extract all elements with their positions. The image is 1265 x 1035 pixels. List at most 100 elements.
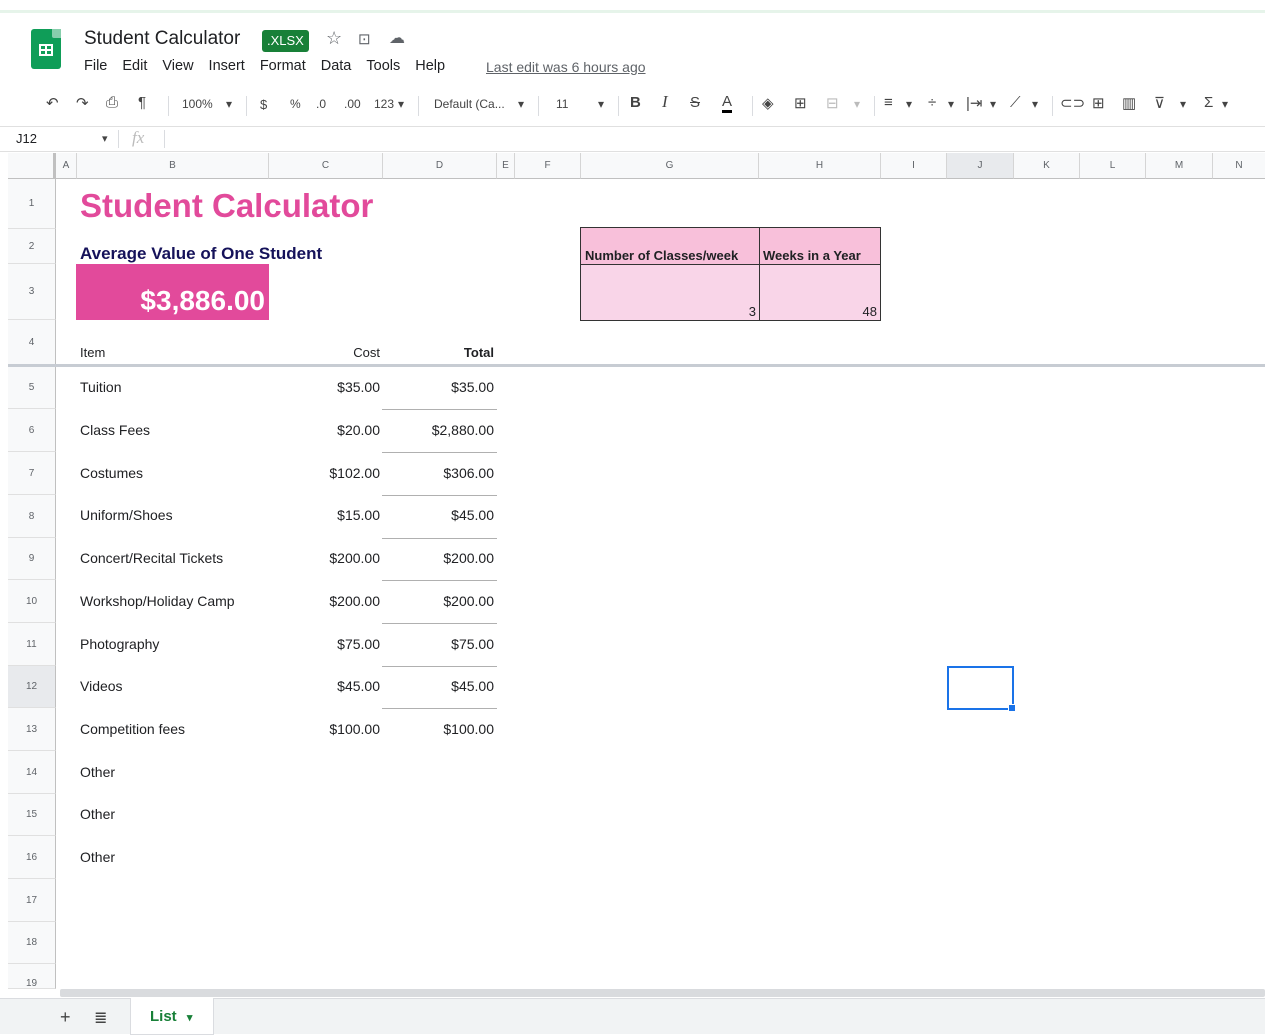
column-header-j[interactable]: J (947, 153, 1014, 179)
column-header-f[interactable]: F (515, 153, 581, 179)
row-header[interactable]: 14 (8, 751, 56, 794)
add-sheet-icon[interactable]: + (60, 1007, 71, 1028)
total-cell[interactable]: $45.00 (383, 678, 494, 694)
weeks-in-year-value[interactable]: 48 (759, 264, 881, 321)
column-header-a[interactable]: A (56, 153, 77, 179)
weeks-in-year-header[interactable]: Weeks in a Year (759, 227, 881, 265)
all-sheets-icon[interactable]: ≣ (94, 1008, 107, 1028)
cost-cell[interactable]: $102.00 (269, 465, 380, 481)
item-cell[interactable]: Other (80, 849, 115, 865)
cost-cell[interactable]: $75.00 (269, 636, 380, 652)
menu-help[interactable]: Help (415, 58, 445, 74)
star-icon[interactable]: ☆ (326, 28, 342, 49)
paint-format-icon[interactable]: ¶ (138, 94, 146, 111)
row-header[interactable]: 1 (8, 179, 56, 229)
average-value-cell[interactable]: $3,886.00 (76, 264, 269, 320)
horizontal-scrollbar[interactable] (60, 989, 1265, 997)
row-header[interactable]: 13 (8, 708, 56, 751)
item-cell[interactable]: Videos (80, 678, 123, 694)
cost-cell[interactable]: $35.00 (269, 379, 380, 395)
text-wrap-icon[interactable]: |⇥ (966, 94, 982, 112)
column-header-e[interactable]: E (497, 153, 515, 179)
cost-cell[interactable]: $200.00 (269, 593, 380, 609)
chevron-down-icon[interactable]: ▾ (598, 97, 604, 111)
total-cell[interactable]: $45.00 (383, 507, 494, 523)
column-header-h[interactable]: H (759, 153, 881, 179)
chevron-down-icon[interactable]: ▾ (398, 97, 404, 111)
total-cell[interactable]: $2,880.00 (383, 422, 494, 438)
italic-button[interactable]: I (662, 92, 668, 112)
chevron-down-icon[interactable]: ▾ (948, 97, 954, 111)
item-column-header[interactable]: Item (80, 345, 105, 360)
redo-icon[interactable]: ↷ (76, 94, 89, 112)
menu-tools[interactable]: Tools (366, 58, 400, 74)
zoom-select[interactable]: 100% (182, 97, 213, 111)
chevron-down-icon[interactable]: ▾ (854, 97, 860, 111)
bold-button[interactable]: B (630, 94, 641, 111)
borders-icon[interactable]: ⊞ (794, 94, 807, 112)
item-cell[interactable]: Concert/Recital Tickets (80, 550, 223, 566)
chevron-down-icon[interactable]: ▾ (1222, 97, 1228, 111)
column-header-g[interactable]: G (581, 153, 759, 179)
row-header[interactable]: 17 (8, 879, 56, 922)
cost-cell[interactable]: $100.00 (269, 721, 380, 737)
currency-format-button[interactable]: $ (260, 97, 267, 112)
row-header[interactable]: 6 (8, 409, 56, 452)
cloud-status-icon[interactable]: ☁ (389, 28, 405, 48)
item-cell[interactable]: Other (80, 806, 115, 822)
total-cell[interactable]: $200.00 (383, 593, 494, 609)
row-header[interactable]: 12 (8, 666, 56, 708)
functions-icon[interactable]: Σ (1204, 94, 1213, 111)
chevron-down-icon[interactable]: ▾ (1180, 97, 1186, 111)
sheet-tab-list[interactable]: List ▾ (130, 998, 214, 1035)
chevron-down-icon[interactable]: ▾ (518, 97, 524, 111)
chevron-down-icon[interactable]: ▾ (906, 97, 912, 111)
insert-link-icon[interactable]: ⊂⊃ (1060, 94, 1085, 112)
font-size-select[interactable]: 11 (556, 97, 568, 111)
print-icon[interactable]: ⎙ (106, 94, 118, 111)
horizontal-align-icon[interactable]: ≡ (884, 94, 893, 111)
column-header-k[interactable]: K (1014, 153, 1080, 179)
row-header[interactable]: 4 (8, 320, 56, 365)
classes-per-week-value[interactable]: 3 (580, 264, 760, 321)
column-header-i[interactable]: I (881, 153, 947, 179)
row-header[interactable]: 15 (8, 794, 56, 836)
merge-cells-icon[interactable]: ⊟ (826, 94, 839, 112)
row-header[interactable]: 11 (8, 623, 56, 666)
menu-format[interactable]: Format (260, 58, 306, 74)
menu-data[interactable]: Data (321, 58, 352, 74)
item-cell[interactable]: Other (80, 764, 115, 780)
cost-cell[interactable]: $15.00 (269, 507, 380, 523)
cost-cell[interactable]: $200.00 (269, 550, 380, 566)
strikethrough-icon[interactable]: S (690, 94, 700, 111)
column-header-l[interactable]: L (1080, 153, 1146, 179)
column-header-c[interactable]: C (269, 153, 383, 179)
row-header[interactable]: 5 (8, 367, 56, 409)
row-header[interactable]: 9 (8, 538, 56, 580)
item-cell[interactable]: Uniform/Shoes (80, 507, 173, 523)
menu-file[interactable]: File (84, 58, 107, 74)
text-color-icon[interactable]: A (722, 94, 733, 113)
select-all-corner[interactable] (8, 153, 56, 179)
frozen-rows-divider[interactable] (8, 364, 1265, 367)
chevron-down-icon[interactable]: ▾ (187, 1012, 193, 1024)
total-cell[interactable]: $200.00 (383, 550, 494, 566)
move-folder-icon[interactable]: ⊡ (358, 30, 371, 48)
decrease-decimal-button[interactable]: .0 (316, 97, 326, 111)
selected-cell-j12[interactable] (947, 666, 1016, 712)
row-header[interactable]: 7 (8, 452, 56, 495)
percent-format-button[interactable]: % (290, 97, 301, 111)
item-cell[interactable]: Workshop/Holiday Camp (80, 593, 235, 609)
document-title[interactable]: Student Calculator (84, 28, 240, 50)
more-formats-button[interactable]: 123 (374, 97, 394, 111)
last-edit-link[interactable]: Last edit was 6 hours ago (486, 59, 646, 75)
row-header[interactable]: 16 (8, 836, 56, 879)
text-rotation-icon[interactable]: ⟋ (1010, 94, 1021, 111)
font-select[interactable]: Default (Ca... (434, 97, 505, 111)
sheet-title[interactable]: Student Calculator (80, 187, 373, 225)
total-column-header[interactable]: Total (383, 345, 494, 360)
file-format-badge[interactable]: .XLSX (262, 30, 309, 52)
column-header-n[interactable]: N (1213, 153, 1265, 179)
insert-comment-icon[interactable]: ⊞ (1092, 94, 1105, 112)
cost-cell[interactable]: $20.00 (269, 422, 380, 438)
